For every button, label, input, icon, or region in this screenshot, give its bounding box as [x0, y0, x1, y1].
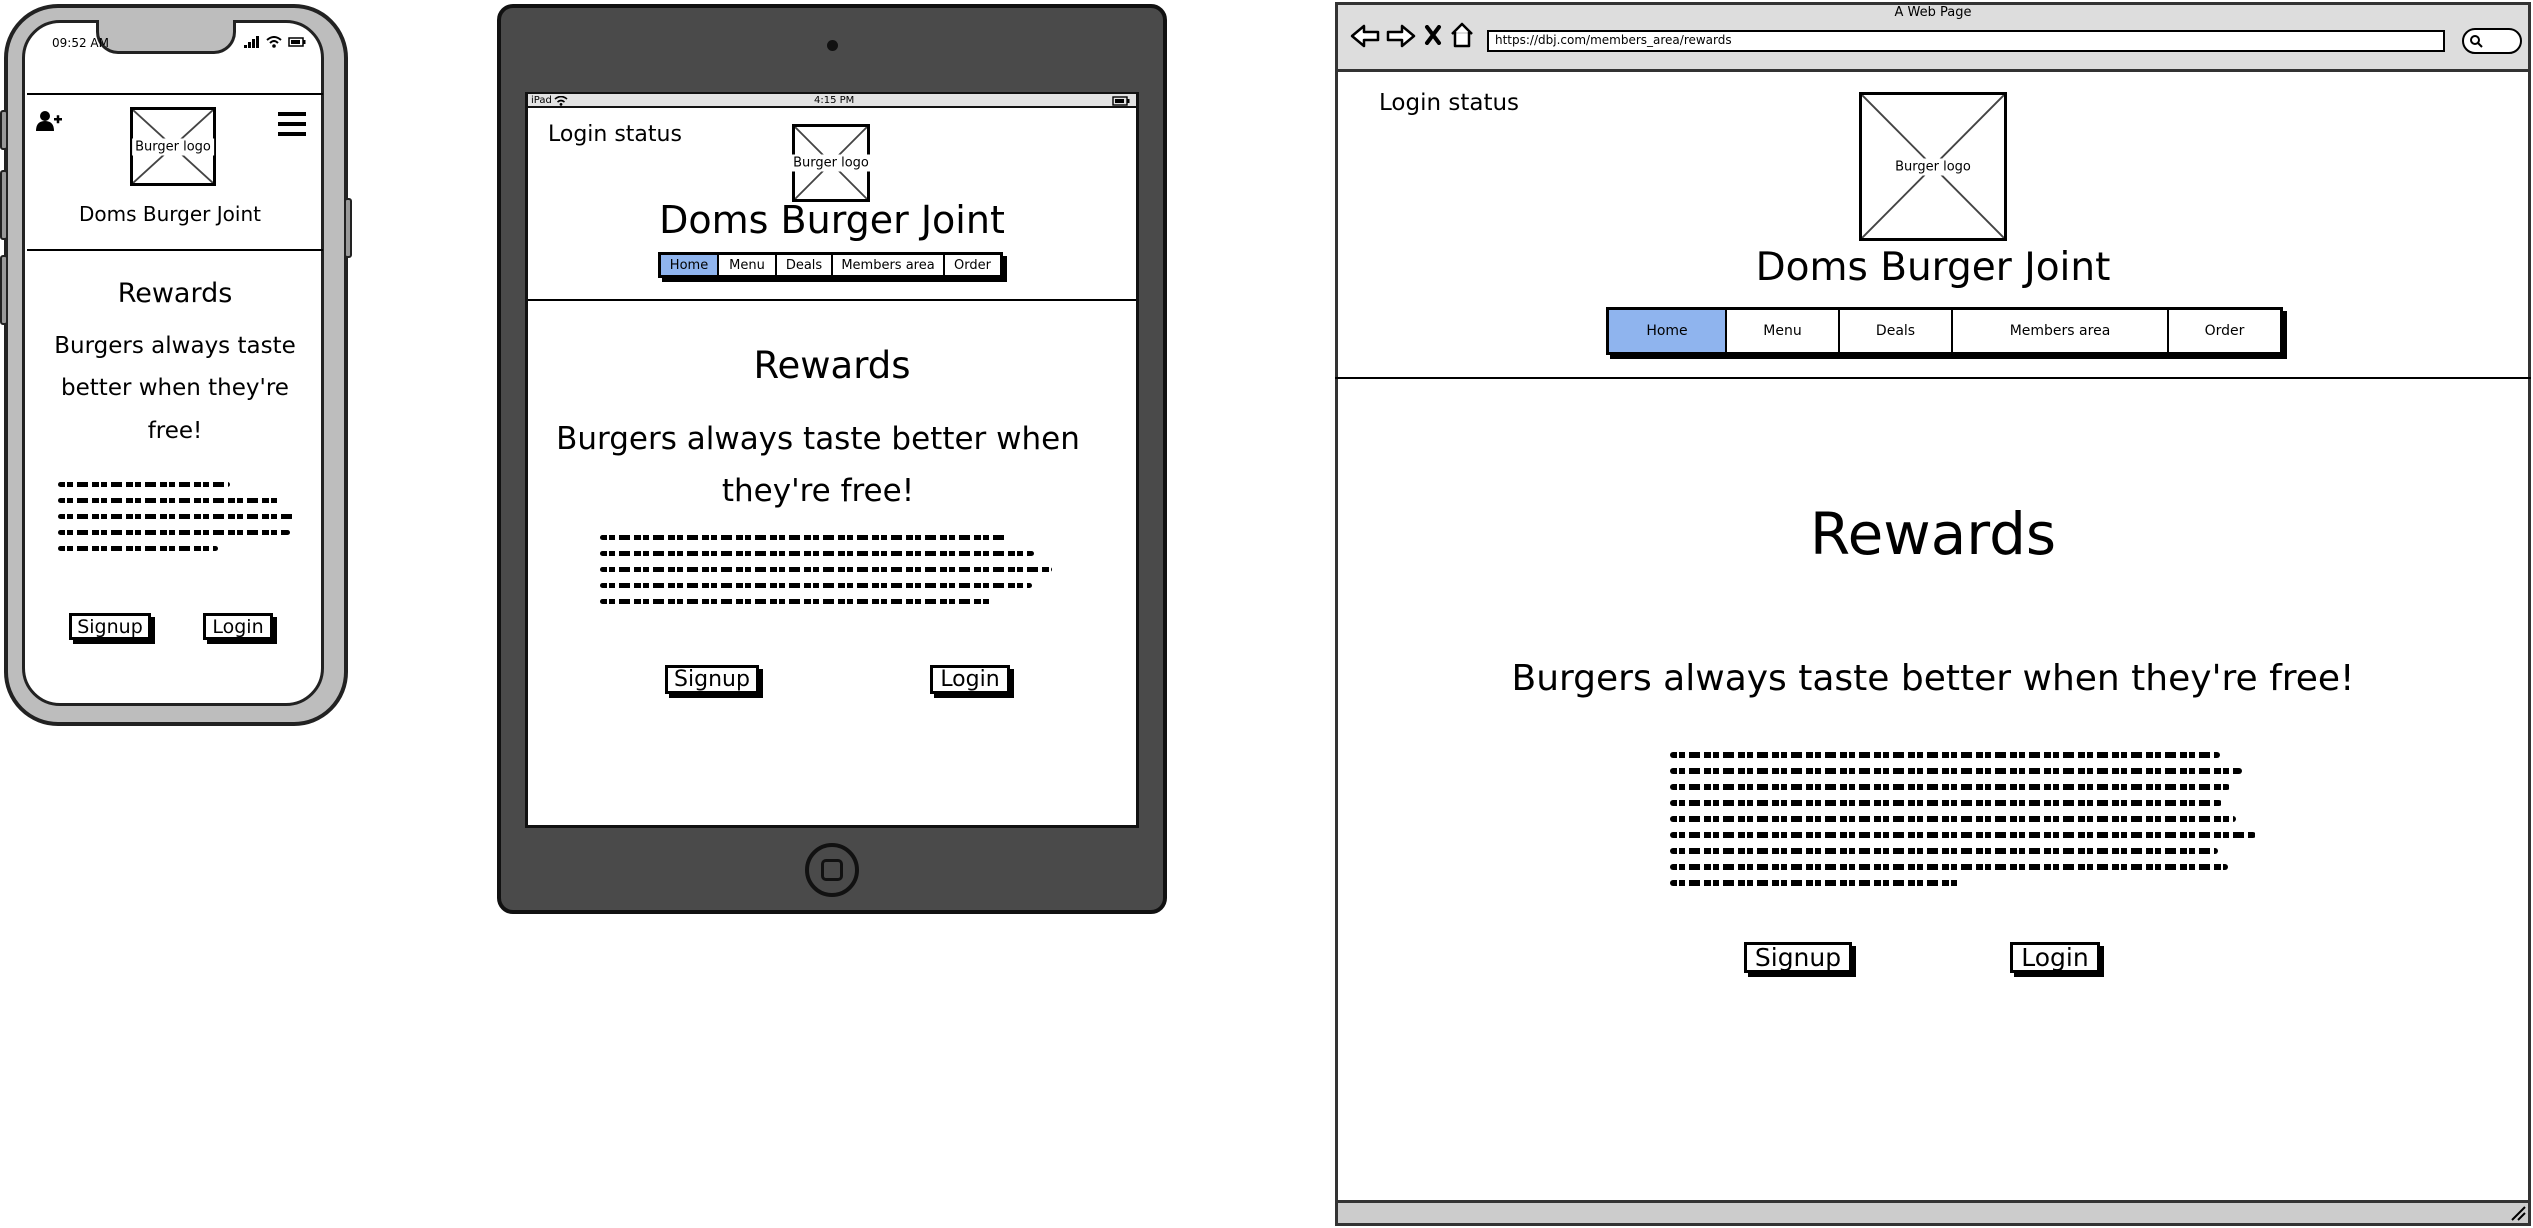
phone-lorem-line — [58, 498, 280, 503]
phone-lorem-line — [58, 546, 218, 551]
phone-volume-down-key — [0, 255, 8, 325]
phone-logo-label: Burger logo — [132, 138, 214, 155]
tablet-nav-menu[interactable]: Menu — [719, 255, 777, 275]
browser-nav-deals[interactable]: Deals — [1840, 310, 1953, 352]
search-icon — [2470, 35, 2483, 48]
home-icon[interactable] — [1450, 22, 1474, 48]
browser-lorem-line — [1670, 832, 2256, 838]
tablet-camera — [827, 40, 838, 51]
phone-status-time: 09:52 AM — [52, 36, 109, 50]
forward-arrow-icon[interactable] — [1386, 24, 1416, 48]
tablet-nav-home[interactable]: Home — [661, 255, 719, 275]
browser-lorem-line — [1670, 848, 2218, 854]
tablet-lorem-line — [600, 583, 1032, 588]
browser-logo-label: Burger logo — [1892, 158, 1974, 175]
browser-lorem-line — [1670, 752, 2220, 758]
browser-status-bar — [1335, 1200, 2531, 1226]
signal-icon — [244, 36, 259, 48]
browser-lorem-line — [1670, 784, 2230, 790]
browser-login-status: Login status — [1379, 90, 1520, 116]
phone-login-button[interactable]: Login — [203, 613, 273, 640]
tablet-nav-order[interactable]: Order — [945, 255, 1000, 275]
close-icon[interactable] — [1424, 25, 1442, 45]
tablet-lorem-line — [600, 535, 1008, 540]
tablet-signup-button[interactable]: Signup — [665, 665, 759, 694]
browser-login-button[interactable]: Login — [2010, 942, 2100, 973]
browser-lorem-line — [1670, 768, 2242, 774]
browser-lorem-line — [1670, 880, 1960, 886]
browser-lorem-line — [1670, 816, 2236, 822]
tablet-status-device: iPad — [531, 95, 552, 106]
battery-icon — [1112, 96, 1130, 106]
phone-status-icons — [244, 36, 306, 48]
hamburger-menu-icon[interactable] — [278, 112, 306, 136]
back-arrow-icon[interactable] — [1350, 24, 1380, 48]
tablet-status-time: 4:15 PM — [814, 95, 855, 106]
tablet-nav-bar: Home Menu Deals Members area Order — [658, 252, 1003, 278]
phone-heading: Rewards — [117, 278, 233, 309]
browser-nav-order[interactable]: Order — [2169, 310, 2280, 352]
browser-lorem-line — [1670, 800, 2222, 806]
resize-grip-icon[interactable] — [2510, 1205, 2526, 1221]
phone-volume-up-key — [0, 170, 8, 240]
browser-window-title: A Web Page — [1894, 5, 1972, 20]
tablet-site-name: Doms Burger Joint — [659, 198, 1005, 242]
tablet-tagline-line-2: they're free! — [721, 473, 915, 509]
browser-search-field[interactable] — [2462, 28, 2522, 54]
tablet-nav-deals[interactable]: Deals — [777, 255, 833, 275]
tablet-logo-label: Burger logo — [790, 154, 872, 172]
phone-lorem-line — [58, 514, 294, 519]
browser-tagline: Burgers always taste better when they're… — [1511, 658, 2355, 699]
phone-lorem-line — [58, 482, 230, 487]
add-user-icon[interactable] — [36, 110, 62, 132]
browser-lorem-line — [1670, 864, 2228, 870]
tablet-lorem-line — [600, 567, 1052, 572]
browser-nav-bar: Home Menu Deals Members area Order — [1606, 307, 2283, 355]
browser-nav-menu[interactable]: Menu — [1727, 310, 1840, 352]
address-bar[interactable]: https://dbj.com/members_area/rewards — [1487, 30, 2445, 52]
tablet-login-button[interactable]: Login — [930, 665, 1010, 694]
phone-lorem-line — [58, 530, 290, 535]
phone-burger-logo: Burger logo — [130, 107, 216, 186]
browser-nav-home[interactable]: Home — [1609, 310, 1727, 352]
tablet-lorem-line — [600, 599, 992, 604]
tablet-lorem-line — [600, 551, 1034, 556]
phone-signup-button[interactable]: Signup — [69, 613, 151, 640]
tablet-login-status: Login status — [548, 122, 682, 147]
phone-tagline-line-1: Burgers always taste — [54, 333, 296, 359]
browser-burger-logo: Burger logo — [1859, 92, 2007, 241]
browser-signup-button[interactable]: Signup — [1744, 942, 1852, 973]
phone-tagline-line-3: free! — [147, 418, 203, 444]
phone-mute-key — [0, 110, 8, 150]
home-square-icon — [821, 859, 843, 881]
phone-tagline-line-2: better when they're — [61, 375, 289, 401]
tablet-nav-members-area[interactable]: Members area — [833, 255, 945, 275]
battery-icon — [288, 37, 306, 47]
browser-heading: Rewards — [1809, 500, 2057, 568]
tablet-home-button[interactable] — [805, 843, 859, 897]
phone-site-name: Doms Burger Joint — [79, 202, 261, 226]
tablet-burger-logo: Burger logo — [790, 124, 872, 202]
wifi-icon — [266, 36, 282, 48]
wifi-icon — [554, 96, 568, 106]
browser-site-name: Doms Burger Joint — [1755, 245, 2111, 290]
tablet-heading: Rewards — [753, 344, 911, 387]
tablet-tagline-line-1: Burgers always taste better when — [556, 421, 1080, 457]
phone-notch — [96, 20, 236, 54]
phone-power-key — [344, 198, 352, 258]
browser-nav-members-area[interactable]: Members area — [1953, 310, 2169, 352]
